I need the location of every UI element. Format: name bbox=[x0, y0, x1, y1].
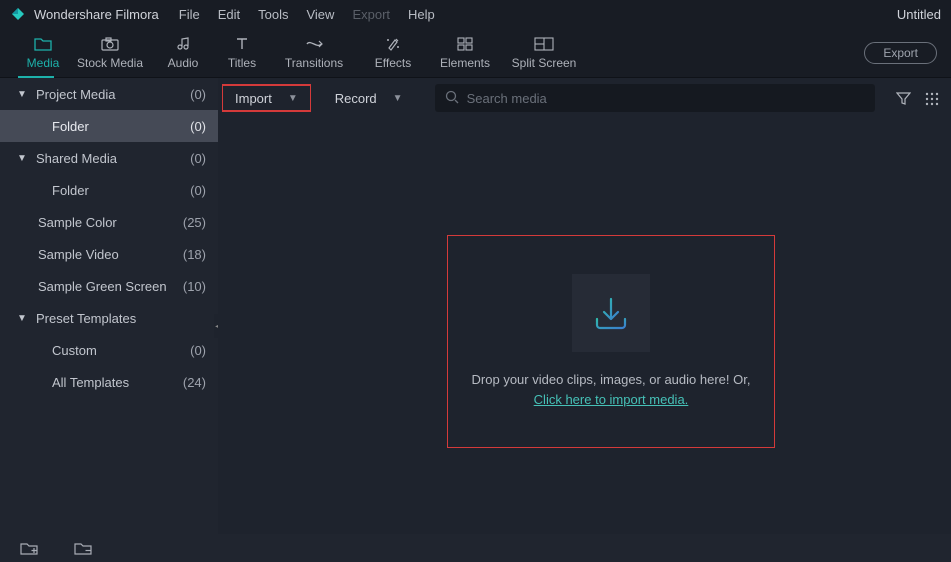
tab-split-label: Split Screen bbox=[512, 56, 577, 70]
text-icon bbox=[234, 35, 250, 53]
import-link[interactable]: Click here to import media. bbox=[534, 392, 689, 407]
transition-icon bbox=[305, 35, 323, 53]
sidebar-label: Sample Green Screen bbox=[38, 279, 183, 294]
chevron-down-icon: ▼ bbox=[288, 93, 298, 104]
sidebar-label: Custom bbox=[52, 343, 190, 358]
sidebar-item-folder-2[interactable]: Folder (0) bbox=[0, 174, 218, 206]
sidebar-item-custom[interactable]: Custom (0) bbox=[0, 334, 218, 366]
sidebar-label: Sample Color bbox=[38, 215, 183, 230]
grid-view-icon[interactable] bbox=[923, 90, 939, 106]
drop-zone[interactable]: Drop your video clips, images, or audio … bbox=[447, 235, 775, 448]
sidebar-count: (25) bbox=[183, 215, 206, 230]
tab-audio-label: Audio bbox=[168, 56, 199, 70]
tool-tabs: Media Stock Media Audio Titles Transitio… bbox=[0, 28, 951, 78]
sidebar-item-sample-video[interactable]: Sample Video (18) bbox=[0, 238, 218, 270]
sidebar-item-sample-color[interactable]: Sample Color (25) bbox=[0, 206, 218, 238]
record-label: Record bbox=[335, 91, 377, 106]
tab-effects-label: Effects bbox=[375, 56, 411, 70]
import-button[interactable]: Import ▼ bbox=[222, 84, 311, 112]
sidebar-count: (0) bbox=[190, 183, 206, 198]
tab-elements-label: Elements bbox=[440, 56, 490, 70]
elements-icon bbox=[456, 35, 474, 53]
sidebar-count: (0) bbox=[190, 119, 206, 134]
sidebar-item-all-templates[interactable]: All Templates (24) bbox=[0, 366, 218, 398]
export-button[interactable]: Export bbox=[864, 42, 937, 64]
sidebar-item-shared-media[interactable]: ▼ Shared Media (0) bbox=[0, 142, 218, 174]
sidebar-label: All Templates bbox=[52, 375, 183, 390]
tab-titles[interactable]: Titles bbox=[214, 35, 270, 70]
tab-effects[interactable]: Effects bbox=[358, 35, 428, 70]
split-screen-icon bbox=[534, 35, 554, 53]
title-bar: Wondershare Filmora File Edit Tools View… bbox=[0, 0, 951, 28]
sidebar: ▼ Project Media (0) Folder (0) ▼ Shared … bbox=[0, 78, 218, 534]
sidebar-count: (24) bbox=[183, 375, 206, 390]
sidebar-item-project-media[interactable]: ▼ Project Media (0) bbox=[0, 78, 218, 110]
tab-stock-media[interactable]: Stock Media bbox=[68, 35, 152, 70]
music-icon bbox=[175, 35, 191, 53]
sidebar-item-preset-templates[interactable]: ▼ Preset Templates bbox=[0, 302, 218, 334]
menu-export[interactable]: Export bbox=[352, 7, 390, 22]
sidebar-label: Shared Media bbox=[36, 151, 190, 166]
search-input[interactable] bbox=[467, 91, 865, 106]
menu-bar: File Edit Tools View Export Help bbox=[179, 7, 435, 22]
app-name: Wondershare Filmora bbox=[34, 7, 159, 22]
tab-audio[interactable]: Audio bbox=[152, 35, 214, 70]
sidebar-item-folder-1[interactable]: Folder (0) bbox=[0, 110, 218, 142]
tab-elements[interactable]: Elements bbox=[428, 35, 502, 70]
folder-icon bbox=[34, 35, 52, 53]
content-area: Import ▼ Record ▼ bbox=[218, 78, 951, 534]
drop-instruction: Drop your video clips, images, or audio … bbox=[472, 372, 751, 387]
sidebar-count: (10) bbox=[183, 279, 206, 294]
record-button[interactable]: Record ▼ bbox=[323, 84, 415, 112]
sidebar-label: Preset Templates bbox=[36, 311, 206, 326]
sidebar-count: (0) bbox=[190, 87, 206, 102]
tab-media[interactable]: Media bbox=[18, 35, 68, 70]
tab-split-screen[interactable]: Split Screen bbox=[502, 35, 586, 70]
chevron-down-icon: ▼ bbox=[16, 313, 28, 324]
sidebar-count: (0) bbox=[190, 151, 206, 166]
filter-icon[interactable] bbox=[895, 90, 911, 106]
effects-icon bbox=[385, 35, 401, 53]
search-icon bbox=[445, 90, 459, 107]
footer bbox=[0, 534, 951, 562]
menu-file[interactable]: File bbox=[179, 7, 200, 22]
chevron-down-icon: ▼ bbox=[16, 89, 28, 100]
sidebar-label: Folder bbox=[52, 119, 190, 134]
sidebar-count: (0) bbox=[190, 343, 206, 358]
menu-view[interactable]: View bbox=[306, 7, 334, 22]
new-folder-icon[interactable] bbox=[20, 539, 38, 557]
remove-folder-icon[interactable] bbox=[74, 539, 92, 557]
chevron-down-icon: ▼ bbox=[16, 153, 28, 164]
sidebar-count: (18) bbox=[183, 247, 206, 262]
menu-help[interactable]: Help bbox=[408, 7, 435, 22]
project-title: Untitled bbox=[897, 7, 941, 22]
import-icon bbox=[572, 274, 650, 352]
chevron-down-icon: ▼ bbox=[393, 93, 403, 104]
tab-media-label: Media bbox=[27, 56, 60, 70]
tab-titles-label: Titles bbox=[228, 56, 256, 70]
tab-stock-label: Stock Media bbox=[77, 56, 143, 70]
import-label: Import bbox=[235, 91, 272, 106]
sidebar-label: Folder bbox=[52, 183, 190, 198]
camera-icon bbox=[100, 35, 120, 53]
sidebar-label: Sample Video bbox=[38, 247, 183, 262]
sidebar-label: Project Media bbox=[36, 87, 190, 102]
sidebar-item-sample-green[interactable]: Sample Green Screen (10) bbox=[0, 270, 218, 302]
menu-edit[interactable]: Edit bbox=[218, 7, 240, 22]
search-box[interactable] bbox=[435, 84, 875, 112]
app-logo-icon bbox=[10, 6, 26, 22]
tab-transitions-label: Transitions bbox=[285, 56, 343, 70]
drop-text: Drop your video clips, images, or audio … bbox=[472, 370, 751, 409]
action-row: Import ▼ Record ▼ bbox=[218, 78, 951, 118]
menu-tools[interactable]: Tools bbox=[258, 7, 288, 22]
tab-transitions[interactable]: Transitions bbox=[270, 35, 358, 70]
